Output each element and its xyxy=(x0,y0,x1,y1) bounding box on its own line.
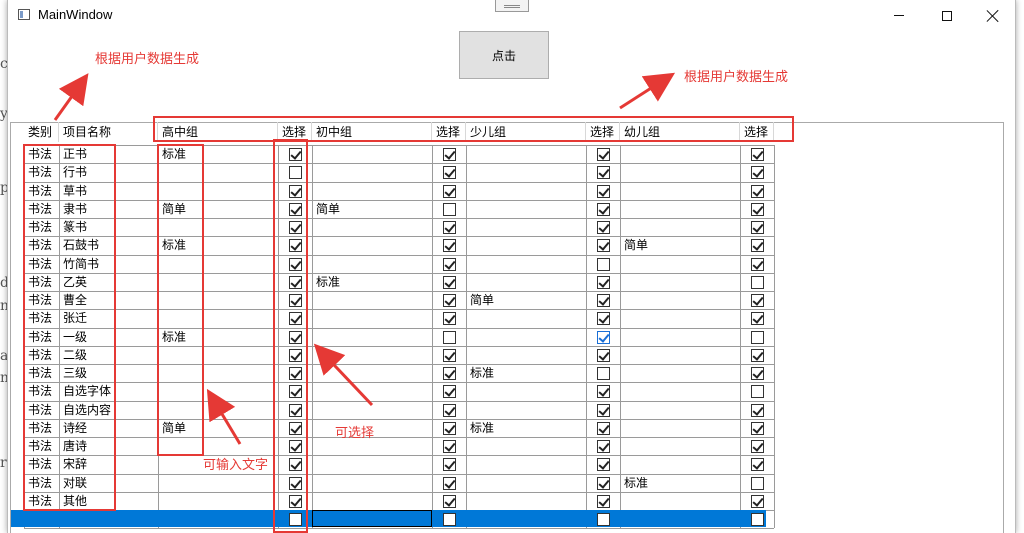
annotation-arrow xyxy=(53,73,89,121)
annotation-arrows xyxy=(53,72,676,445)
annotation-arrow xyxy=(206,388,242,445)
annotation-arrow xyxy=(313,343,374,407)
annotation-arrow xyxy=(619,72,676,110)
